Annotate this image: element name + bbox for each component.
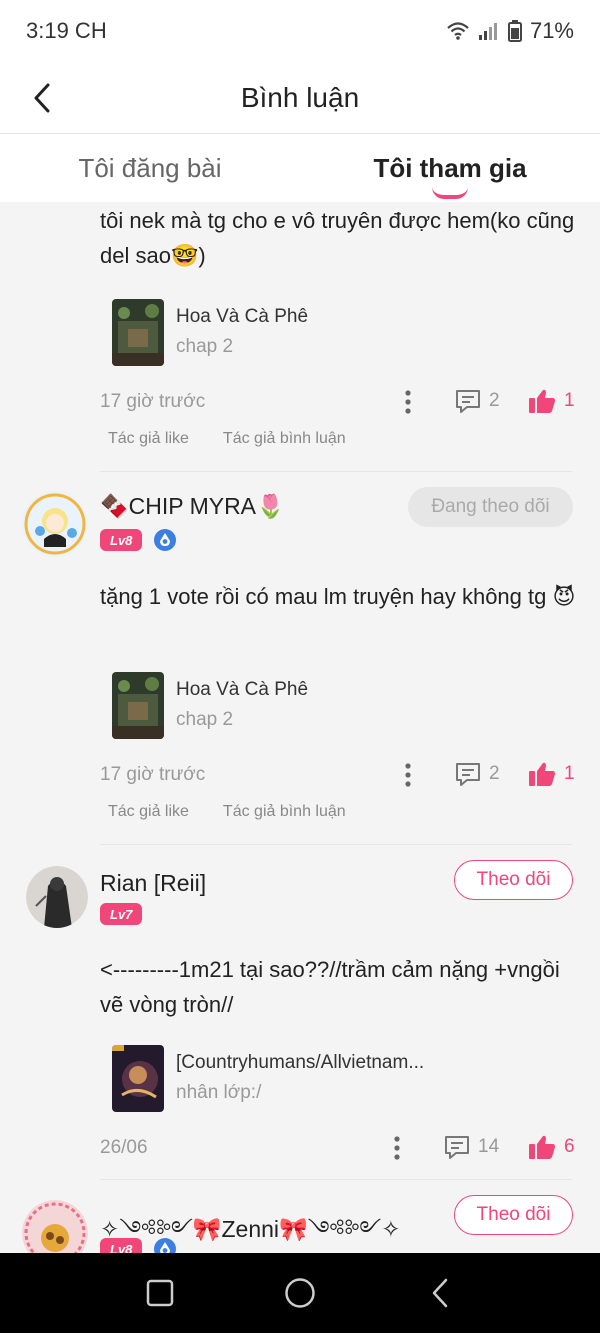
system-back-button[interactable]	[418, 1271, 462, 1315]
comment-text: <---------1m21 tại sao??//trầm cảm nặng …	[100, 957, 560, 1017]
story-link[interactable]: Hoa Và Cà Phê chap 2	[112, 671, 308, 739]
wifi-icon	[446, 21, 470, 41]
comment-tags: Tác giả like Tác giả bình luận	[108, 430, 346, 448]
more-button[interactable]	[396, 388, 420, 416]
comment-item: ✧༺༻🎀Zenni🎀༺༻✧ Lv8 Theo dõi	[0, 1180, 600, 1253]
vip-badge-icon	[154, 529, 176, 551]
home-icon	[285, 1278, 315, 1308]
more-icon	[405, 763, 411, 787]
vip-badge-icon	[154, 1238, 176, 1253]
username[interactable]: 🍫CHIP MYRA🌷	[100, 493, 285, 520]
like-icon	[529, 1135, 555, 1159]
story-cover	[112, 671, 164, 739]
tag-author-like: Tác giả like	[108, 803, 189, 820]
comment-item: tôi nek mà tg cho e vô truyên được hem(k…	[0, 202, 600, 472]
home-button[interactable]	[278, 1271, 322, 1315]
avatar[interactable]	[26, 866, 88, 928]
status-bar: 3:19 CH 71%	[0, 0, 600, 62]
more-button[interactable]	[385, 1134, 409, 1162]
story-chapter: chap 2	[176, 709, 234, 730]
comment-time: 17 giờ trước	[100, 764, 206, 785]
username[interactable]: ✧༺༻🎀Zenni🎀༺༻✧	[100, 1204, 401, 1253]
level-badge: Lv8	[100, 1238, 143, 1253]
status-icons: 71%	[446, 18, 574, 44]
like-button[interactable]: 1	[528, 388, 575, 414]
tab-participated[interactable]: Tôi tham gia	[300, 134, 600, 202]
like-icon	[529, 762, 555, 786]
tab-active-indicator	[432, 187, 468, 199]
comment-tags: Tác giả like Tác giả bình luận	[108, 803, 346, 821]
avatar[interactable]	[22, 491, 88, 557]
more-button[interactable]	[396, 761, 420, 789]
comment-time: 17 giờ trước	[100, 391, 206, 412]
tag-author-comment: Tác giả bình luận	[222, 430, 346, 447]
tab-label: Tôi tham gia	[373, 152, 527, 183]
like-count: 6	[564, 1136, 575, 1157]
status-time: 3:19 CH	[26, 18, 107, 43]
like-count: 1	[564, 390, 575, 411]
reply-icon	[445, 1136, 469, 1159]
tab-my-posts[interactable]: Tôi đăng bài	[0, 134, 300, 202]
username[interactable]: Rian [Reii]	[100, 870, 206, 897]
story-cover	[112, 1044, 164, 1112]
page-title: Bình luận	[240, 81, 360, 113]
story-link[interactable]: Hoa Và Cà Phê chap 2	[112, 298, 308, 366]
recents-button[interactable]	[138, 1271, 182, 1315]
battery-icon	[507, 20, 522, 42]
reply-count: 14	[478, 1136, 500, 1157]
level-badge: Lv7	[100, 903, 143, 925]
reply-icon	[456, 763, 480, 786]
tag-author-like: Tác giả like	[108, 430, 189, 447]
tab-label: Tôi đăng bài	[78, 152, 222, 183]
system-nav-bar	[0, 1253, 600, 1333]
like-button[interactable]: 1	[528, 761, 575, 787]
reply-icon	[456, 390, 480, 413]
like-icon	[529, 389, 555, 413]
story-title: Hoa Và Cà Phê	[176, 679, 309, 700]
more-icon	[394, 1136, 400, 1160]
comment-text: tôi nek mà tg cho e vô truyên được hem(k…	[100, 208, 575, 268]
reply-button[interactable]: 2	[455, 388, 500, 414]
follow-button[interactable]: Theo dõi	[454, 1195, 573, 1235]
follow-button[interactable]: Theo dõi	[454, 860, 573, 900]
recents-icon	[146, 1279, 174, 1307]
comment-item: Rian [Reii] Lv7 Theo dõi <---------1m21 …	[0, 845, 600, 1180]
like-button[interactable]: 6	[528, 1134, 575, 1160]
story-link[interactable]: [Countryhumans/Allvietnam... nhân lớp:/	[112, 1044, 424, 1112]
tab-bar: Tôi đăng bài Tôi tham gia	[0, 134, 600, 202]
back-icon	[34, 83, 50, 113]
more-icon	[405, 390, 411, 414]
avatar[interactable]	[22, 1200, 88, 1253]
back-icon	[432, 1278, 448, 1308]
reply-button[interactable]: 14	[444, 1134, 499, 1160]
like-count: 1	[564, 763, 575, 784]
story-title: [Countryhumans/Allvietnam...	[176, 1052, 425, 1073]
story-chapter: nhân lớp:/	[176, 1082, 262, 1103]
story-title: Hoa Và Cà Phê	[176, 306, 309, 327]
signal-icon	[478, 21, 500, 41]
reply-count: 2	[489, 763, 500, 784]
back-button[interactable]	[24, 80, 60, 116]
story-chapter: chap 2	[176, 336, 234, 357]
reply-button[interactable]: 2	[455, 761, 500, 787]
comment-text: tặng 1 vote rồi có mau lm truyện hay khô…	[100, 584, 576, 609]
following-button[interactable]: Đang theo dõi	[408, 487, 573, 527]
comment-item: 🍫CHIP MYRA🌷 Lv8 Đang theo dõi tặng 1 vot…	[0, 472, 600, 845]
tag-author-comment: Tác giả bình luận	[222, 803, 346, 820]
app-header: Bình luận	[0, 62, 600, 134]
battery-percent: 71%	[529, 18, 574, 43]
comment-list[interactable]: tôi nek mà tg cho e vô truyên được hem(k…	[0, 202, 600, 1253]
comment-time: 26/06	[100, 1137, 148, 1158]
reply-count: 2	[489, 390, 500, 411]
story-cover	[112, 298, 164, 366]
level-badge: Lv8	[100, 529, 143, 551]
